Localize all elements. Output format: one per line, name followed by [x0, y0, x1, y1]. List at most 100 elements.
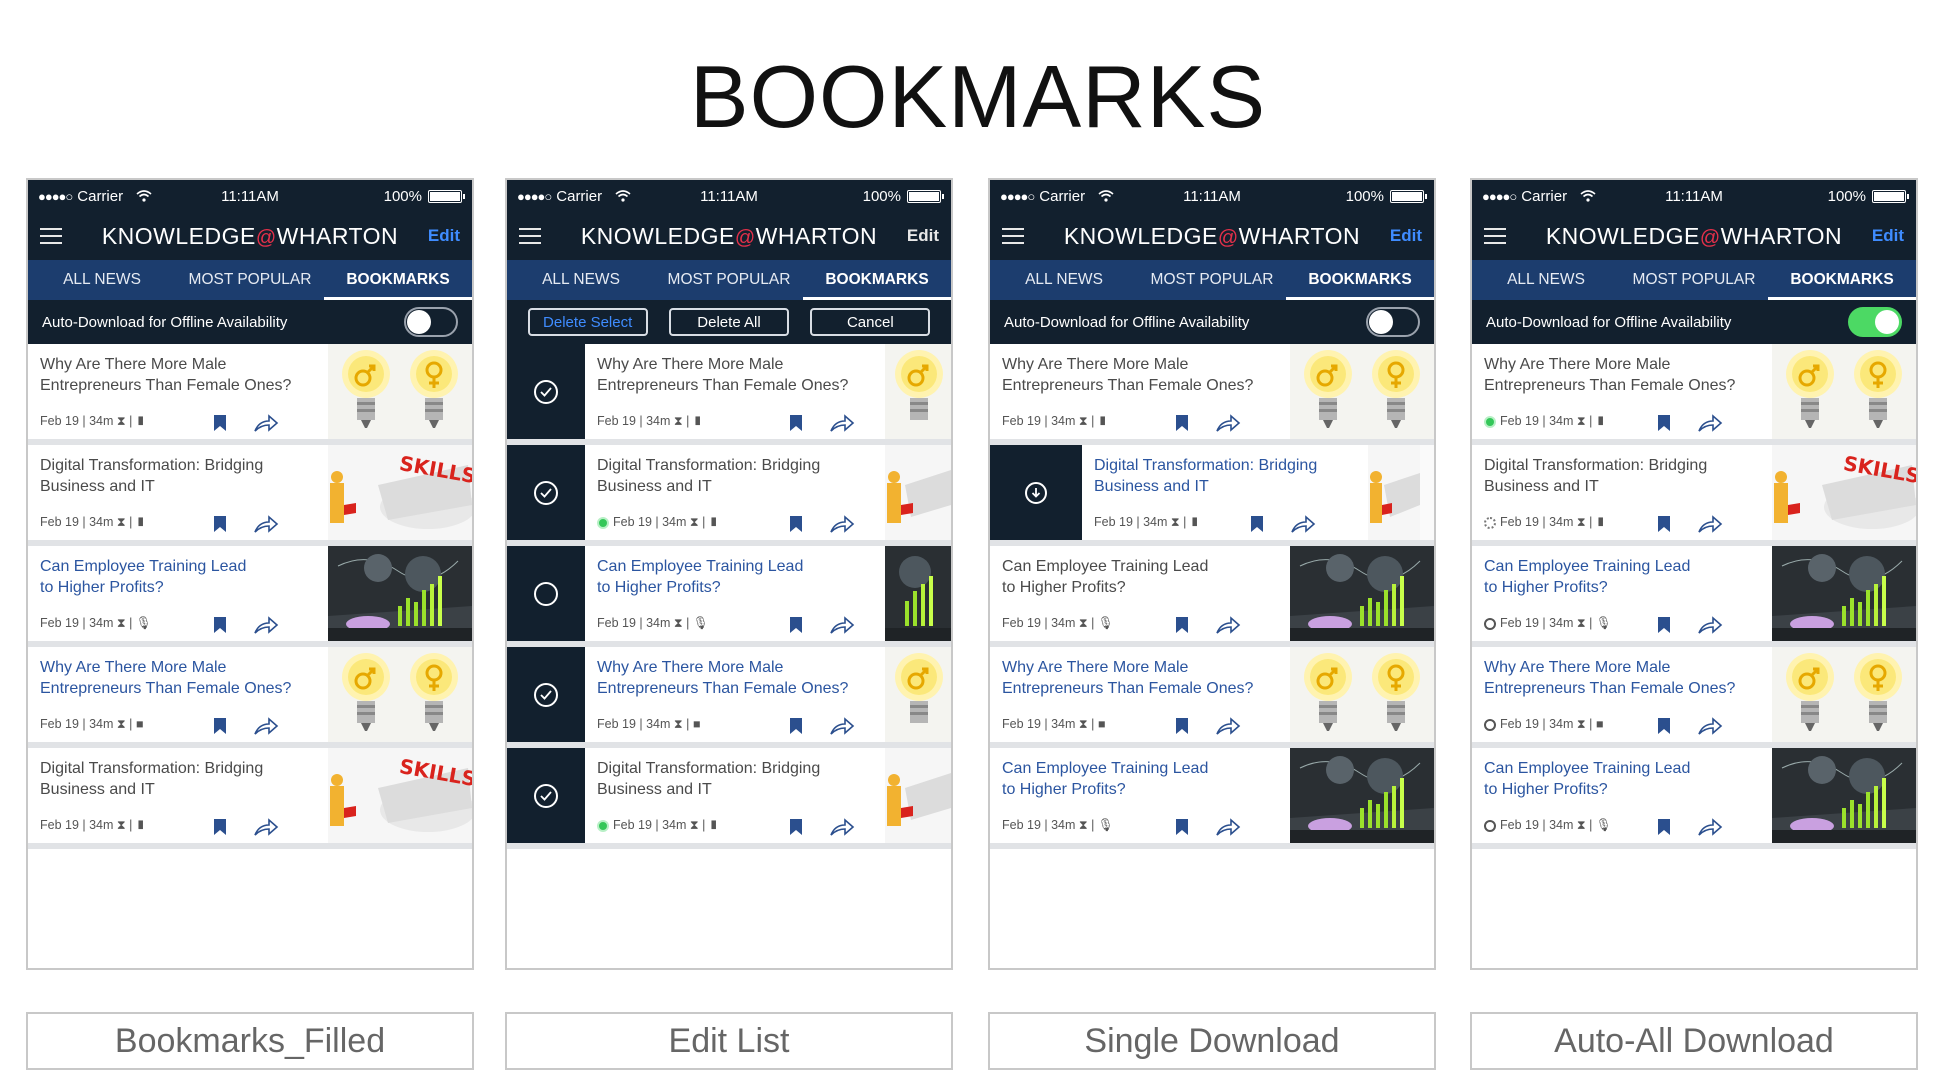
article-title: Can Employee Training Lead	[597, 558, 804, 575]
auto-download-toggle[interactable]	[1848, 307, 1902, 337]
share-icon[interactable]	[1697, 514, 1723, 534]
share-icon[interactable]	[829, 514, 855, 534]
list-item[interactable]: Why Are There More Male Entrepreneurs Tha…	[1472, 647, 1916, 748]
caption-single-download: Single Download	[988, 1012, 1436, 1070]
tab-all-news[interactable]: ALL NEWS	[990, 260, 1138, 300]
bookmark-icon[interactable]	[789, 717, 803, 735]
bookmark-icon[interactable]	[789, 818, 803, 836]
share-icon[interactable]	[253, 716, 279, 736]
share-icon[interactable]	[829, 413, 855, 433]
bookmark-icon[interactable]	[213, 818, 227, 836]
bookmark-icon[interactable]	[789, 515, 803, 533]
checkmark-icon[interactable]	[534, 682, 558, 707]
hamburger-menu-icon[interactable]	[1484, 228, 1506, 244]
share-icon[interactable]	[1697, 413, 1723, 433]
hamburger-menu-icon[interactable]	[519, 228, 541, 244]
bookmark-icon[interactable]	[1657, 616, 1671, 634]
share-icon[interactable]	[829, 615, 855, 635]
cancel-button[interactable]: Cancel	[810, 308, 931, 336]
tab-bookmarks[interactable]: BOOKMARKS	[1768, 260, 1916, 300]
bookmark-icon[interactable]	[789, 414, 803, 432]
tab-all-news[interactable]: ALL NEWS	[28, 260, 176, 300]
tab-most-popular[interactable]: MOST POPULAR	[1138, 260, 1286, 300]
bookmark-icon[interactable]	[213, 717, 227, 735]
share-icon[interactable]	[1697, 615, 1723, 635]
list-item[interactable]: Digital Transformation: Bridging Business…	[1472, 445, 1916, 546]
bookmark-icon[interactable]	[1657, 717, 1671, 735]
share-icon[interactable]	[253, 413, 279, 433]
share-icon[interactable]	[1697, 817, 1723, 837]
auto-download-toggle[interactable]	[1366, 307, 1420, 337]
list-item[interactable]: Digital Transformation: Bridging Business…	[990, 445, 1434, 546]
delete-select-button[interactable]: Delete Select	[527, 308, 648, 336]
list-item[interactable]: Can Employee Training Lead to Higher Prof…	[28, 546, 472, 647]
bookmark-icon[interactable]	[213, 414, 227, 432]
bookmark-icon[interactable]	[213, 515, 227, 533]
list-item[interactable]: Why Are There More Male Entrepreneurs Tha…	[990, 647, 1434, 748]
tab-most-popular[interactable]: MOST POPULAR	[655, 260, 803, 300]
edit-button[interactable]: Edit	[1872, 226, 1904, 246]
list-item[interactable]: Digital Transformation: Bridging Business…	[28, 445, 472, 546]
download-icon[interactable]	[1025, 481, 1047, 504]
hamburger-menu-icon[interactable]	[1002, 228, 1024, 244]
bookmark-icon[interactable]	[1175, 414, 1189, 432]
share-icon[interactable]	[1290, 514, 1316, 534]
list-item[interactable]: Why Are There More Male Entrepreneurs Tha…	[990, 344, 1434, 445]
list-item[interactable]: Can Employee Training Lead to Higher Prof…	[1472, 546, 1916, 647]
article-title: Why Are There More Male	[1484, 659, 1671, 676]
list-item[interactable]: Digital Transformation: Bridging Business…	[507, 748, 951, 849]
share-icon[interactable]	[1697, 716, 1723, 736]
hamburger-menu-icon[interactable]	[40, 228, 62, 244]
tab-bookmarks[interactable]: BOOKMARKS	[1286, 260, 1434, 300]
bookmark-icon[interactable]	[1175, 616, 1189, 634]
bookmark-icon[interactable]	[213, 616, 227, 634]
list-item[interactable]: Why Are There More Male Entrepreneurs Tha…	[28, 647, 472, 748]
list-item[interactable]: Can Employee Training Lead to Higher Prof…	[990, 748, 1434, 849]
checkmark-icon[interactable]	[534, 480, 558, 505]
bookmark-icon[interactable]	[1250, 515, 1264, 533]
bookmark-icon[interactable]	[1175, 717, 1189, 735]
list-item[interactable]: Can Employee Training Lead to Higher Prof…	[990, 546, 1434, 647]
article-meta: Feb 19 | 34m ⧗ | 🎙	[1002, 616, 1114, 630]
delete-all-button[interactable]: Delete All	[668, 308, 789, 336]
share-icon[interactable]	[829, 716, 855, 736]
edit-button[interactable]: Edit	[907, 226, 939, 246]
tab-bookmarks[interactable]: BOOKMARKS	[324, 260, 472, 300]
bookmark-icon[interactable]	[1657, 414, 1671, 432]
list-item[interactable]: Can Employee Training Lead to Higher Prof…	[1472, 748, 1916, 849]
share-icon[interactable]	[829, 817, 855, 837]
share-icon[interactable]	[253, 817, 279, 837]
list-item[interactable]: Digital Transformation: Bridging Business…	[28, 748, 472, 849]
auto-download-toggle[interactable]	[404, 307, 458, 337]
tab-most-popular[interactable]: MOST POPULAR	[176, 260, 324, 300]
bookmark-icon[interactable]	[1657, 818, 1671, 836]
list-item[interactable]: Why Are There More Male Entrepreneurs Tha…	[1472, 344, 1916, 445]
checkmark-icon[interactable]	[534, 783, 558, 808]
edit-button[interactable]: Edit	[428, 226, 460, 246]
share-icon[interactable]	[1215, 716, 1241, 736]
bookmark-icon[interactable]	[789, 616, 803, 634]
tab-all-news[interactable]: ALL NEWS	[507, 260, 655, 300]
wifi-icon	[1098, 190, 1114, 202]
list-item[interactable]: Digital Transformation: Bridging Business…	[507, 445, 951, 546]
battery-icon	[428, 189, 465, 203]
unchecked-circle-icon[interactable]	[534, 581, 558, 606]
carrier-label: Carrier	[77, 187, 124, 205]
share-icon[interactable]	[253, 514, 279, 534]
tab-most-popular[interactable]: MOST POPULAR	[1620, 260, 1768, 300]
edit-button[interactable]: Edit	[1390, 226, 1422, 246]
checkmark-icon[interactable]	[534, 379, 558, 404]
share-icon[interactable]	[253, 615, 279, 635]
tab-all-news[interactable]: ALL NEWS	[1472, 260, 1620, 300]
bookmark-icon[interactable]	[1175, 818, 1189, 836]
list-item[interactable]: Why Are There More Male Entrepreneurs Tha…	[507, 647, 951, 748]
list-item[interactable]: Why Are There More Male Entrepreneurs Tha…	[28, 344, 472, 445]
list-item[interactable]: Can Employee Training Lead to Higher Prof…	[507, 546, 951, 647]
share-icon[interactable]	[1215, 615, 1241, 635]
share-icon[interactable]	[1215, 413, 1241, 433]
article-meta: Feb 19 | 34m ⧗ | ▮	[1484, 515, 1605, 530]
share-icon[interactable]	[1215, 817, 1241, 837]
list-item[interactable]: Why Are There More Male Entrepreneurs Tha…	[507, 344, 951, 445]
tab-bookmarks[interactable]: BOOKMARKS	[803, 260, 951, 300]
bookmark-icon[interactable]	[1657, 515, 1671, 533]
